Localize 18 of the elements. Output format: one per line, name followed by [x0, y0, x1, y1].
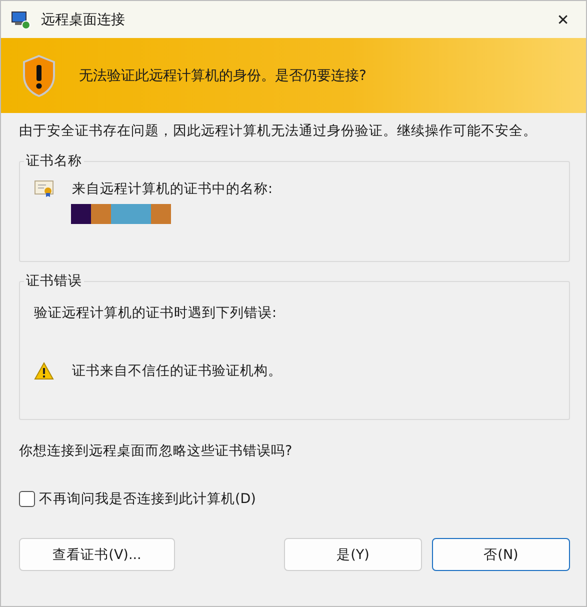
dialog-button[interactable]: 否(N)	[432, 538, 570, 571]
window-title: 远程桌面连接	[41, 10, 126, 28]
certificate-name-label: 来自远程计算机的证书中的名称:	[72, 180, 273, 198]
warning-shield-icon	[21, 54, 57, 98]
error-intro-text: 验证远程计算机的证书时遇到下列错误:	[34, 304, 277, 322]
dialog-button[interactable]: 查看证书(V)...	[19, 538, 175, 571]
dialog-button[interactable]: 是(Y)	[284, 538, 422, 571]
question-text: 你想连接到远程桌面而忽略这些证书错误吗?	[19, 442, 294, 460]
remote-desktop-icon	[11, 10, 31, 30]
certificate-icon	[34, 180, 54, 198]
group-title: 证书错误	[25, 272, 83, 290]
intro-text: 由于安全证书存在问题，因此远程计算机无法通过身份验证。继续操作可能不安全。	[19, 122, 538, 141]
banner-text: 无法验证此远程计算机的身份。是否仍要连接?	[79, 66, 366, 84]
warning-icon	[34, 362, 54, 380]
close-button[interactable]: ✕	[540, 1, 586, 38]
error-text: 证书来自不信任的证书验证机构。	[72, 362, 282, 380]
dont-ask-checkbox[interactable]: 不再询问我是否连接到此计算机(D)	[19, 490, 570, 508]
group-title: 证书名称	[25, 152, 83, 170]
